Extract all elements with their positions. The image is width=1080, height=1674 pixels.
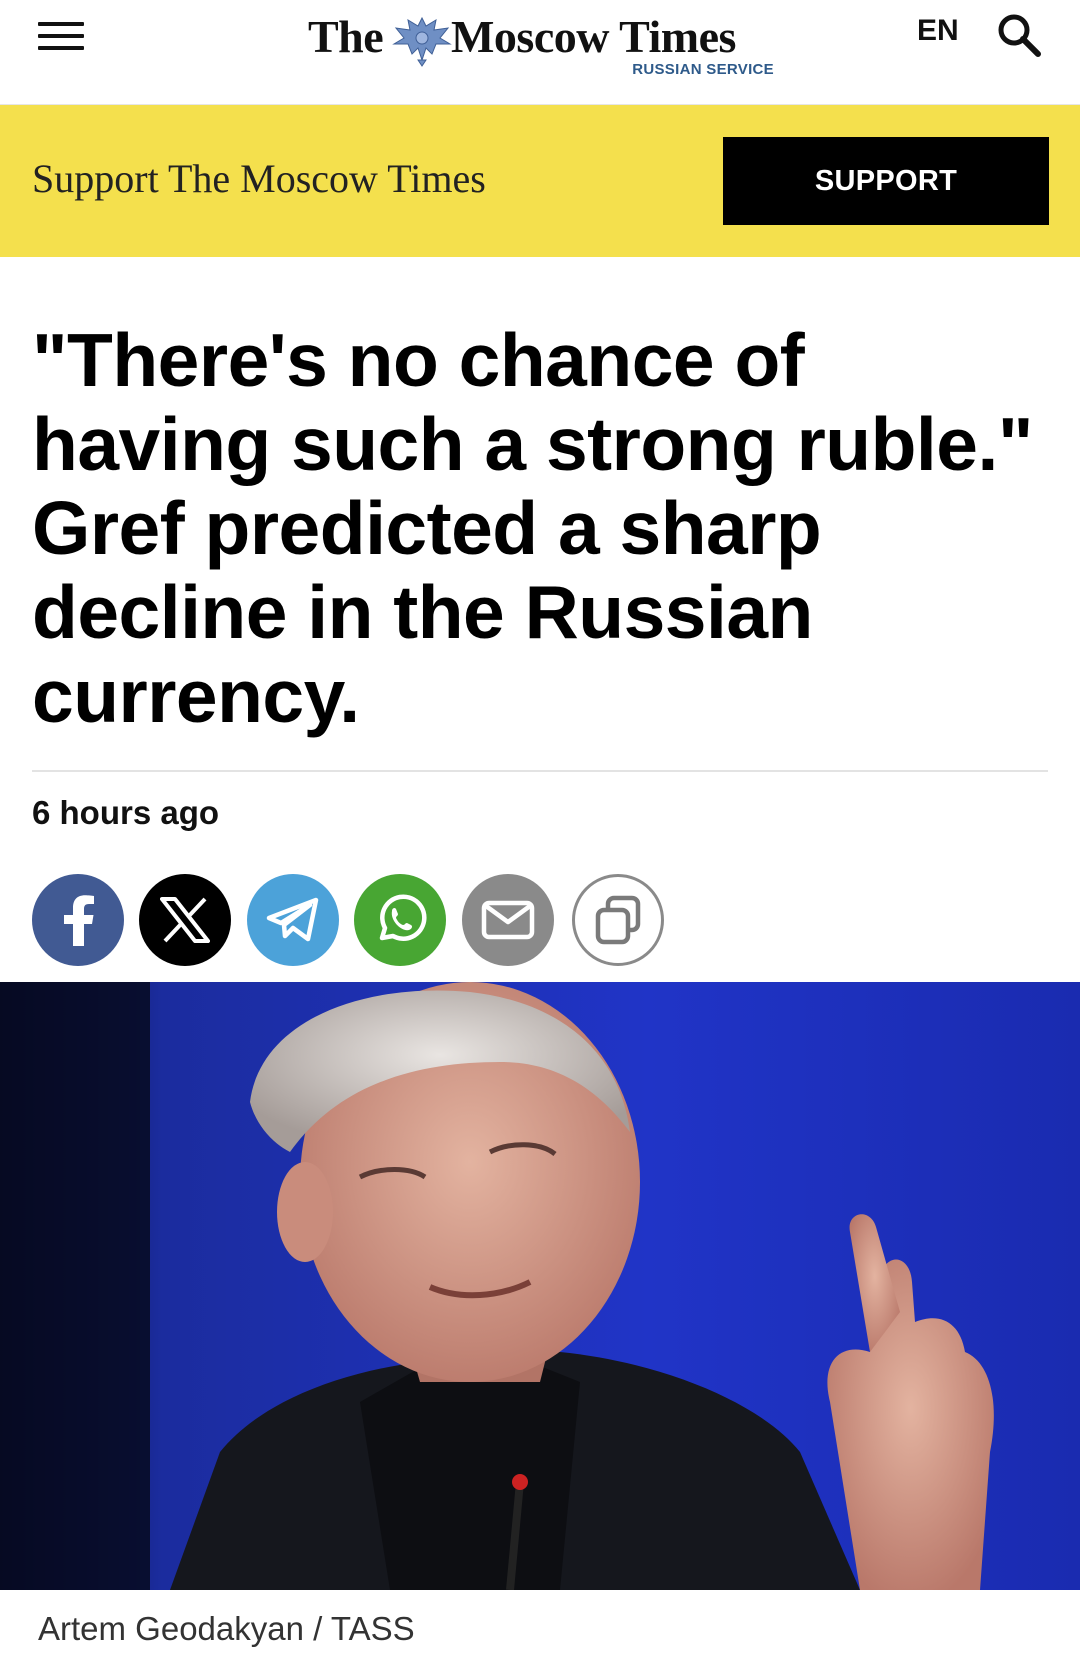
share-facebook-button[interactable] [32,874,124,966]
logo-the-text: The [308,11,384,62]
article-timestamp: 6 hours ago [32,794,220,831]
divider [32,770,1048,772]
article-headline: "There's no chance of having such a stro… [32,318,1033,738]
site-logo[interactable]: The Moscow Times RUSSIAN SERVICE [308,10,778,82]
article-photo-image [0,982,1080,1590]
menu-bar [38,46,84,50]
support-banner: Support The Moscow Times SUPPORT [0,105,1080,257]
menu-button[interactable] [38,22,84,50]
logo-subtitle: RUSSIAN SERVICE [632,61,774,78]
article-photo [0,982,1080,1590]
search-icon[interactable] [996,12,1042,58]
photo-caption: Artem Geodakyan / TASS [38,1610,415,1647]
logo-main-text: Moscow Times [451,11,736,62]
menu-bar [38,22,84,26]
telegram-icon [266,897,319,942]
facebook-icon [64,895,94,946]
x-icon [160,897,210,943]
copy-link-button[interactable] [572,874,664,966]
share-email-button[interactable] [462,874,554,966]
share-x-button[interactable] [139,874,231,966]
support-banner-text: Support The Moscow Times [32,156,486,201]
share-whatsapp-button[interactable] [354,874,446,966]
support-button[interactable]: SUPPORT [723,137,1049,225]
menu-bar [38,34,84,38]
eagle-emblem-icon [392,16,452,67]
site-header: The Moscow Times RUSSIAN SERVICE EN [0,0,1080,105]
whatsapp-icon [379,894,427,941]
share-telegram-button[interactable] [247,874,339,966]
mail-icon [481,900,535,940]
copy-icon [595,895,641,945]
language-switcher[interactable]: EN [917,14,959,48]
